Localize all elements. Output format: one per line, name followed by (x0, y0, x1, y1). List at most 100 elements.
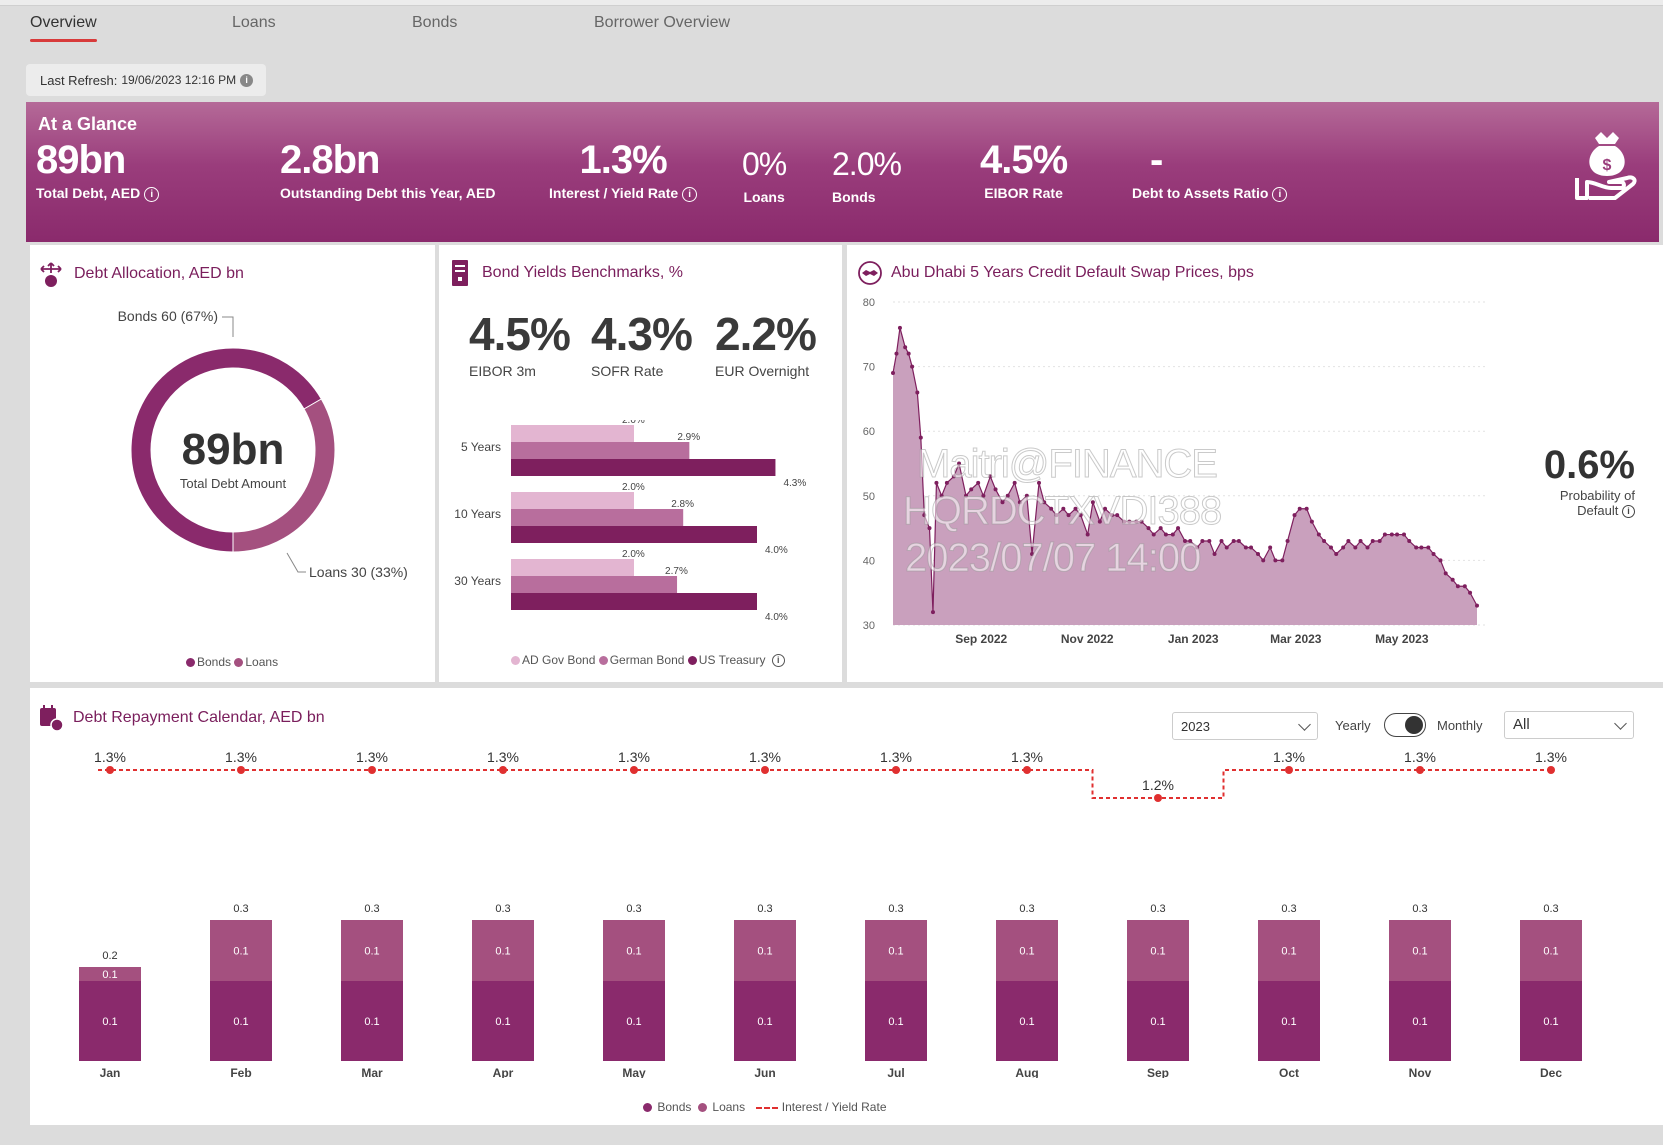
loans-bar-label: 0.1 (102, 969, 117, 981)
loans-bar-label: 0.1 (888, 946, 903, 958)
loans-bar-label: 0.1 (364, 946, 379, 958)
cds-point (1329, 545, 1333, 550)
legend-loans: Loans (698, 1100, 745, 1114)
debt-repayment-panel: Debt Repayment Calendar, AED bn 2023 Yea… (30, 688, 1663, 1125)
rate-point (368, 766, 376, 774)
pod-label: Probability of Default i (1559, 488, 1635, 519)
legend-german-bond: German Bond (598, 653, 684, 667)
month-tick-label: Mar (361, 1066, 383, 1078)
kpi-label: Bonds (832, 189, 876, 205)
calendar-money-icon (40, 705, 64, 732)
watermark-line: Maitri@FINANCE (917, 442, 1219, 487)
cds-point (1316, 532, 1321, 537)
loans-leader-line (286, 552, 306, 573)
kpi-total-debt: 89bn Total Debt, AED i (36, 138, 160, 202)
total-bar-label: 0.3 (626, 903, 641, 915)
legend-rate: Interest / Yield Rate (752, 1100, 887, 1114)
month-tick-label: Nov (1409, 1066, 1432, 1078)
bond-bar-label: 4.0% (765, 612, 788, 623)
cds-point (1261, 558, 1266, 563)
benchmarks-title: Bond Yields Benchmarks, % (482, 264, 683, 281)
rate-data-label: 1.3% (880, 749, 912, 765)
svg-text:$: $ (1603, 157, 1612, 174)
total-bar-label: 0.3 (1412, 903, 1427, 915)
cds-point (1438, 558, 1443, 563)
chevron-down-icon (1298, 718, 1311, 731)
month-tick-label: Apr (493, 1066, 514, 1078)
cds-point (1249, 545, 1254, 550)
cds-point (1475, 603, 1479, 608)
kpi-bonds-rate: 2.0% Bonds (832, 146, 902, 205)
loans-bar-label: 0.1 (757, 946, 772, 958)
allocation-title: Debt Allocation, AED bn (74, 265, 244, 282)
tab-borrower-overview[interactable]: Borrower Overview (594, 14, 730, 32)
bonds-bar-label: 0.1 (1150, 1016, 1165, 1028)
probability-of-default-stat: 0.6% Probability of Default i (1544, 443, 1635, 519)
filter-dropdown[interactable]: All (1504, 711, 1634, 739)
rate-data-label: 1.3% (749, 749, 781, 765)
cds-point (1273, 558, 1278, 563)
month-tick-label: Aug (1015, 1066, 1038, 1078)
total-bar-label: 0.3 (233, 903, 248, 915)
bonds-bar-label: 0.1 (364, 1016, 379, 1028)
rate-point (761, 766, 769, 774)
legend-us-treasury: US Treasury (687, 653, 765, 667)
cds-y-tick-label: 70 (863, 362, 875, 374)
info-icon[interactable]: i (1622, 505, 1635, 519)
rate-point (237, 766, 245, 774)
cds-point (1431, 551, 1436, 556)
cds-point (1382, 532, 1387, 537)
tab-bonds[interactable]: Bonds (412, 14, 457, 32)
money-bag-hand-icon: $ (1575, 132, 1637, 200)
bond-bar (511, 576, 678, 593)
total-bar-label: 0.3 (1150, 903, 1165, 915)
bonds-bar-label: 0.1 (1412, 1016, 1427, 1028)
kpi-eibor-rate: 4.5% EIBOR Rate (980, 138, 1068, 201)
cds-point (910, 364, 915, 369)
bond-bar (511, 526, 757, 543)
cds-y-tick-label: 60 (863, 426, 875, 438)
cds-point (1389, 532, 1394, 537)
month-tick-label: Oct (1279, 1066, 1299, 1078)
info-icon[interactable]: i (240, 73, 254, 87)
rate-data-label: 1.3% (1273, 749, 1305, 765)
yearly-monthly-toggle[interactable] (1384, 713, 1426, 737)
cds-point (1462, 584, 1467, 589)
sofr-rate-stat: 4.3% SOFR Rate (591, 307, 693, 379)
cds-point (1212, 551, 1217, 556)
total-bar-label: 0.3 (888, 903, 903, 915)
total-bar-label: 0.3 (495, 903, 510, 915)
info-icon[interactable]: i (682, 186, 698, 202)
kpi-label: Total Debt, AED i (36, 185, 160, 202)
legend-bonds: Bonds (186, 655, 231, 669)
cds-point (903, 345, 908, 350)
bonds-bar-label: 0.1 (1281, 1016, 1296, 1028)
bonds-bar-label: 0.1 (626, 1016, 641, 1028)
rate-point (1547, 766, 1555, 774)
tab-loans[interactable]: Loans (232, 14, 276, 32)
tab-overview[interactable]: Overview (30, 14, 97, 42)
debt-allocation-donut: 89bn Total Debt Amount Bonds 60 (67%) Loans… (118, 308, 408, 580)
cds-point (1419, 545, 1424, 550)
stat-value: 2.2% (715, 308, 817, 360)
cds-x-tick-label: Sep 2022 (955, 632, 1007, 646)
year-dropdown[interactable]: 2023 (1172, 712, 1318, 740)
cds-point (915, 390, 920, 395)
info-icon[interactable]: i (1272, 186, 1288, 202)
cds-point (894, 351, 899, 356)
rate-point (499, 766, 507, 774)
info-icon[interactable]: i (771, 654, 785, 668)
benchmarks-legend: AD Gov Bond German Bond US Treasury i (511, 653, 785, 668)
cds-point (906, 351, 911, 356)
legend-ad-gov-bond: AD Gov Bond (511, 653, 595, 667)
info-icon[interactable]: i (144, 186, 160, 202)
kpi-interest-rate: 1.3% Interest / Yield Rate i (549, 138, 698, 202)
rate-point (630, 766, 638, 774)
month-tick-label: Dec (1540, 1066, 1562, 1078)
kpi-debt-to-assets: - Debt to Assets Ratio i (1132, 138, 1288, 202)
kpi-label: EIBOR Rate (984, 185, 1063, 201)
rate-data-label: 1.3% (94, 749, 126, 765)
kpi-label: Outstanding Debt this Year, AED (280, 185, 496, 201)
rate-data-label: 1.3% (1404, 749, 1436, 765)
cds-point (1426, 545, 1431, 550)
